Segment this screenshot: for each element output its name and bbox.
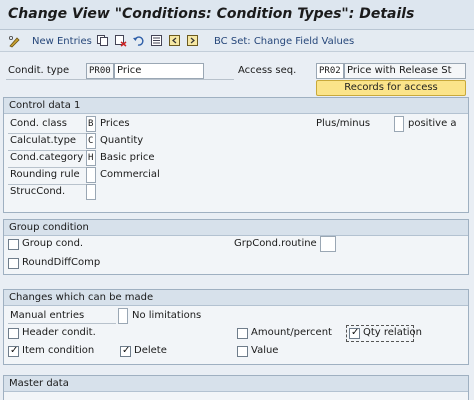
- amount-percent-label: Amount/percent: [251, 327, 332, 338]
- undo-icon[interactable]: [132, 34, 145, 50]
- control-divider-3: [8, 133, 86, 134]
- bc-set-change-field-values-button[interactable]: BC Set: Change Field Values: [214, 33, 354, 49]
- qty-relation-checkbox[interactable]: ✓: [349, 327, 360, 339]
- cond-class-field[interactable]: B: [86, 116, 96, 132]
- group-cond-label: Group cond.: [22, 238, 84, 249]
- application-toolbar: New Entries BC Set: Change Field Values: [0, 30, 474, 52]
- title-bar: Change View "Conditions: Condition Types…: [0, 0, 474, 30]
- control-divider-4: [8, 184, 86, 185]
- new-entries-label: New Entries: [32, 35, 92, 47]
- delete-check-icon: ✓: [122, 345, 131, 356]
- manual-entries-text: No limitations: [132, 310, 202, 321]
- cond-class-text: Prices: [100, 118, 130, 129]
- item-condition-check-icon: ✓: [10, 345, 19, 356]
- pencil-glasses-icon: [8, 35, 20, 47]
- condit-type-code-field[interactable]: PR00: [86, 63, 114, 79]
- master-data-title: Master data: [4, 376, 468, 392]
- rounding-rule-text: Commercial: [100, 169, 160, 180]
- manual-entries-divider: [8, 323, 116, 324]
- delete-label: Delete: [134, 345, 167, 356]
- select-all-icon[interactable]: [150, 34, 163, 50]
- records-for-access-button[interactable]: Records for access: [316, 80, 466, 96]
- header-condit-checkbox[interactable]: [8, 328, 19, 339]
- access-seq-code-field[interactable]: PR02: [316, 63, 344, 79]
- cond-category-text: Basic price: [100, 152, 155, 163]
- copy-icon[interactable]: [96, 34, 109, 50]
- struc-cond-field[interactable]: [86, 184, 96, 200]
- value-label: Value: [251, 345, 279, 356]
- grp-cond-routine-field[interactable]: [320, 236, 336, 252]
- calc-type-label: Calculat.type: [10, 135, 77, 146]
- condit-type-name-field[interactable]: Price: [114, 63, 204, 79]
- plus-minus-text: positive a: [408, 118, 457, 129]
- new-entries-button[interactable]: New Entries: [8, 33, 92, 49]
- delete-checkbox[interactable]: ✓: [120, 345, 131, 357]
- access-seq-name-field: Price with Release St: [344, 63, 466, 79]
- condit-type-label: Condit. type: [8, 65, 70, 76]
- round-diff-comp-label: RoundDiffComp: [22, 257, 101, 268]
- plus-minus-field[interactable]: [394, 116, 404, 132]
- control-divider-1: [8, 150, 86, 151]
- cond-category-label: Cond.category: [10, 152, 84, 163]
- header-condit-label: Header condit.: [22, 327, 96, 338]
- control-data-title: Control data 1: [4, 98, 468, 114]
- group-condition-title: Group condition: [4, 220, 468, 236]
- rounding-rule-field[interactable]: [86, 167, 96, 183]
- master-data-group: Master data: [3, 375, 469, 400]
- plus-minus-label: Plus/minus: [316, 118, 371, 129]
- changes-title: Changes which can be made: [4, 290, 468, 306]
- access-seq-label: Access seq.: [238, 65, 297, 76]
- cond-category-field[interactable]: H: [86, 150, 96, 166]
- struc-cond-label: StrucCond.: [10, 186, 66, 197]
- next-entry-icon[interactable]: [186, 34, 199, 50]
- amount-percent-checkbox[interactable]: [237, 328, 248, 339]
- bc-set-label: BC Set: Change Field Values: [214, 35, 355, 47]
- value-checkbox[interactable]: [237, 346, 248, 357]
- delete-icon[interactable]: [114, 34, 127, 50]
- calc-type-field[interactable]: C: [86, 133, 96, 149]
- item-condition-label: Item condition: [22, 345, 95, 356]
- header-divider: [6, 79, 234, 80]
- qty-relation-label: Qty relation: [363, 327, 422, 338]
- qty-relation-check-icon: ✓: [351, 327, 360, 338]
- control-divider-2: [8, 167, 86, 168]
- previous-entry-icon[interactable]: [168, 34, 181, 50]
- manual-entries-field[interactable]: [118, 308, 128, 324]
- calc-type-text: Quantity: [100, 135, 144, 146]
- grp-cond-routine-label: GrpCond.routine: [234, 238, 317, 249]
- cond-class-label: Cond. class: [10, 118, 67, 129]
- manual-entries-label: Manual entries: [10, 310, 85, 321]
- rounding-rule-label: Rounding rule: [10, 169, 80, 180]
- group-cond-checkbox[interactable]: [8, 239, 19, 250]
- item-condition-checkbox[interactable]: ✓: [8, 345, 19, 357]
- round-diff-comp-checkbox[interactable]: [8, 258, 19, 269]
- page-title: Change View "Conditions: Condition Types…: [8, 6, 415, 22]
